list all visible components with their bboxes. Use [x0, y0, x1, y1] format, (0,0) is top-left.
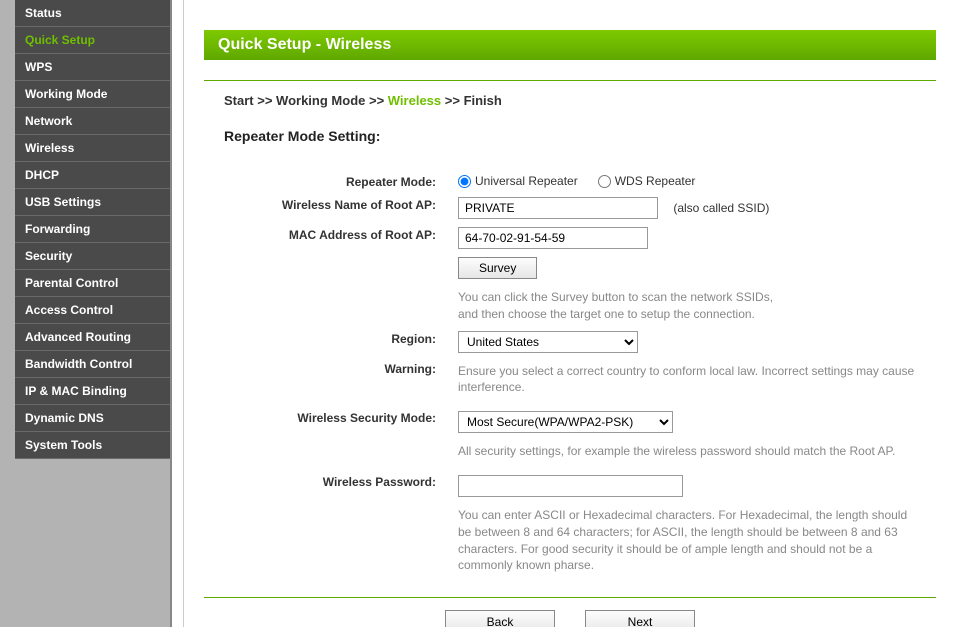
- vertical-divider: [170, 0, 184, 627]
- breadcrumb-step-wireless: Wireless: [388, 93, 441, 108]
- sidebar-item-forwarding[interactable]: Forwarding: [15, 216, 170, 243]
- sidebar-item-quick-setup[interactable]: Quick Setup: [15, 27, 170, 54]
- left-gutter: [0, 0, 15, 627]
- main-content: Quick Setup - Wireless Start >> Working …: [184, 0, 956, 627]
- repeater-mode-label: Repeater Mode:: [206, 171, 456, 192]
- page-title: Quick Setup - Wireless: [204, 30, 936, 60]
- password-help-text: You can enter ASCII or Hexadecimal chara…: [458, 507, 918, 574]
- radio-wds-repeater[interactable]: WDS Repeater: [598, 174, 696, 188]
- security-mode-label: Wireless Security Mode:: [206, 401, 456, 436]
- sidebar-item-wireless[interactable]: Wireless: [15, 135, 170, 162]
- sidebar-item-bandwidth-control[interactable]: Bandwidth Control: [15, 351, 170, 378]
- security-mode-select[interactable]: Most Secure(WPA/WPA2-PSK): [458, 411, 673, 433]
- radio-universal-repeater-input[interactable]: [458, 175, 471, 188]
- warning-text: Ensure you select a correct country to c…: [458, 363, 918, 397]
- back-button[interactable]: Back: [445, 610, 555, 627]
- section-title: Repeater Mode Setting:: [224, 128, 936, 144]
- sidebar-item-working-mode[interactable]: Working Mode: [15, 81, 170, 108]
- sidebar-item-network[interactable]: Network: [15, 108, 170, 135]
- divider-line: [204, 80, 936, 81]
- radio-universal-repeater[interactable]: Universal Repeater: [458, 174, 578, 188]
- sidebar: Status Quick Setup WPS Working Mode Netw…: [15, 0, 170, 627]
- sidebar-item-access-control[interactable]: Access Control: [15, 297, 170, 324]
- ssid-label: Wireless Name of Root AP:: [206, 194, 456, 222]
- ssid-input[interactable]: [458, 197, 658, 219]
- sidebar-item-advanced-routing[interactable]: Advanced Routing: [15, 324, 170, 351]
- breadcrumb-step-finish: Finish: [464, 93, 502, 108]
- password-label: Wireless Password:: [206, 465, 456, 500]
- sidebar-item-parental-control[interactable]: Parental Control: [15, 270, 170, 297]
- warning-label: Warning:: [206, 358, 456, 400]
- sidebar-item-ip-mac-binding[interactable]: IP & MAC Binding: [15, 378, 170, 405]
- divider-line-bottom: [204, 597, 936, 598]
- sidebar-item-dhcp[interactable]: DHCP: [15, 162, 170, 189]
- sidebar-item-usb-settings[interactable]: USB Settings: [15, 189, 170, 216]
- survey-help-text: You can click the Survey button to scan …: [458, 289, 918, 323]
- ssid-note: (also called SSID): [673, 201, 769, 215]
- breadcrumb-step-working-mode: Working Mode: [276, 93, 365, 108]
- password-input[interactable]: [458, 475, 683, 497]
- security-help-text: All security settings, for example the w…: [458, 443, 918, 460]
- region-select[interactable]: United States: [458, 331, 638, 353]
- sidebar-item-security[interactable]: Security: [15, 243, 170, 270]
- sidebar-item-dynamic-dns[interactable]: Dynamic DNS: [15, 405, 170, 432]
- sidebar-item-wps[interactable]: WPS: [15, 54, 170, 81]
- sidebar-item-status[interactable]: Status: [15, 0, 170, 27]
- region-label: Region:: [206, 328, 456, 356]
- survey-button[interactable]: Survey: [458, 257, 537, 279]
- radio-wds-repeater-input[interactable]: [598, 175, 611, 188]
- sidebar-item-system-tools[interactable]: System Tools: [15, 432, 170, 459]
- next-button[interactable]: Next: [585, 610, 695, 627]
- mac-label: MAC Address of Root AP:: [206, 224, 456, 252]
- mac-input[interactable]: [458, 227, 648, 249]
- breadcrumb: Start >> Working Mode >> Wireless >> Fin…: [224, 93, 936, 108]
- breadcrumb-step-start: Start: [224, 93, 254, 108]
